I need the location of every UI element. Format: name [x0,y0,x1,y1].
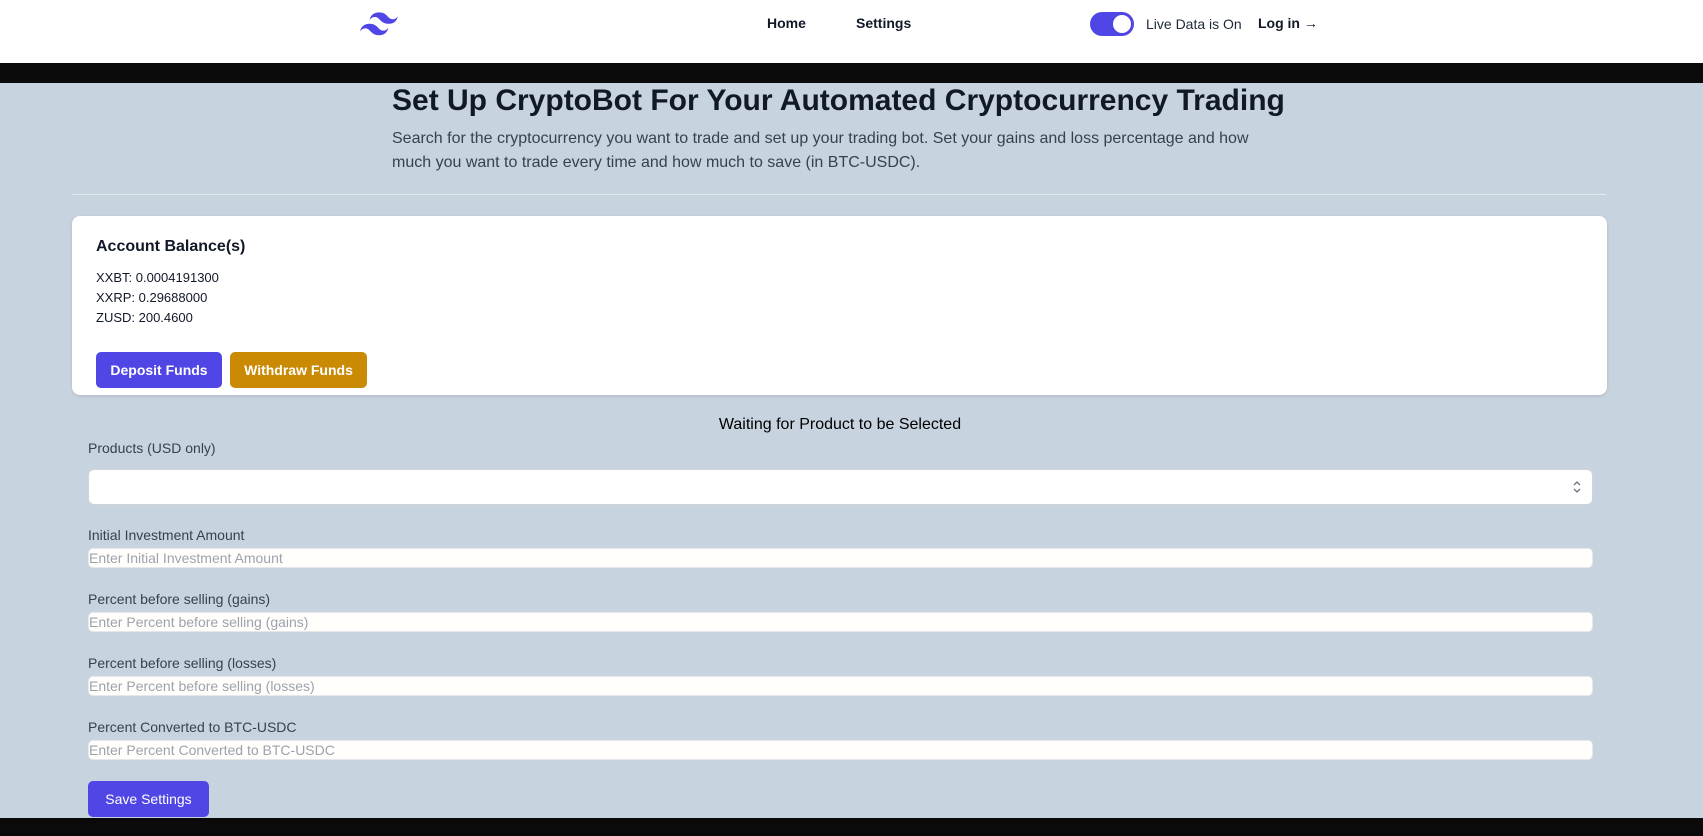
losses-percent-label: Percent before selling (losses) [88,655,277,671]
converted-percent-input[interactable] [88,740,1593,760]
losses-percent-input[interactable] [88,676,1593,696]
product-status-message: Waiting for Product to be Selected [718,416,962,433]
products-select[interactable] [88,469,1593,505]
section-divider [72,194,1606,195]
page-description: Search for the cryptocurrency you want t… [392,130,1249,171]
live-data-toggle[interactable] [1090,12,1134,36]
withdraw-funds-button[interactable]: Withdraw Funds [230,352,367,388]
balance-item: XXBT: 0.0004191300 [96,270,219,285]
page-title: Set Up CryptoBot For Your Automated Cryp… [392,84,1285,117]
products-label: Products (USD only) [88,440,216,456]
balance-item: ZUSD: 200.4600 [96,310,193,325]
header-separator-bar [0,63,1703,83]
nav-home-link[interactable]: Home [767,14,806,32]
nav-settings-link[interactable]: Settings [856,14,911,32]
footer-bar [0,818,1703,836]
live-data-label: Live Data is On [1146,16,1242,32]
main-content: Set Up CryptoBot For Your Automated Cryp… [0,83,1703,818]
balance-item: XXRP: 0.29688000 [96,290,208,305]
top-navbar: Home Settings Live Data is On Log in → [0,0,1703,63]
initial-investment-label: Initial Investment Amount [88,527,245,543]
gains-percent-label: Percent before selling (gains) [88,591,271,607]
account-balances-card: Account Balance(s) XXBT: 0.0004191300 XX… [72,216,1607,395]
save-settings-button[interactable]: Save Settings [88,781,209,817]
gains-percent-input[interactable] [88,612,1593,632]
login-link[interactable]: Log in → [1258,14,1318,32]
chevron-up-down-icon [1573,481,1581,493]
initial-investment-input[interactable] [88,548,1593,568]
tailwind-logo-icon[interactable] [360,12,398,36]
deposit-funds-button[interactable]: Deposit Funds [96,352,222,388]
converted-percent-label: Percent Converted to BTC-USDC [88,719,297,735]
toggle-knob [1113,15,1131,33]
balances-title: Account Balance(s) [96,238,246,255]
